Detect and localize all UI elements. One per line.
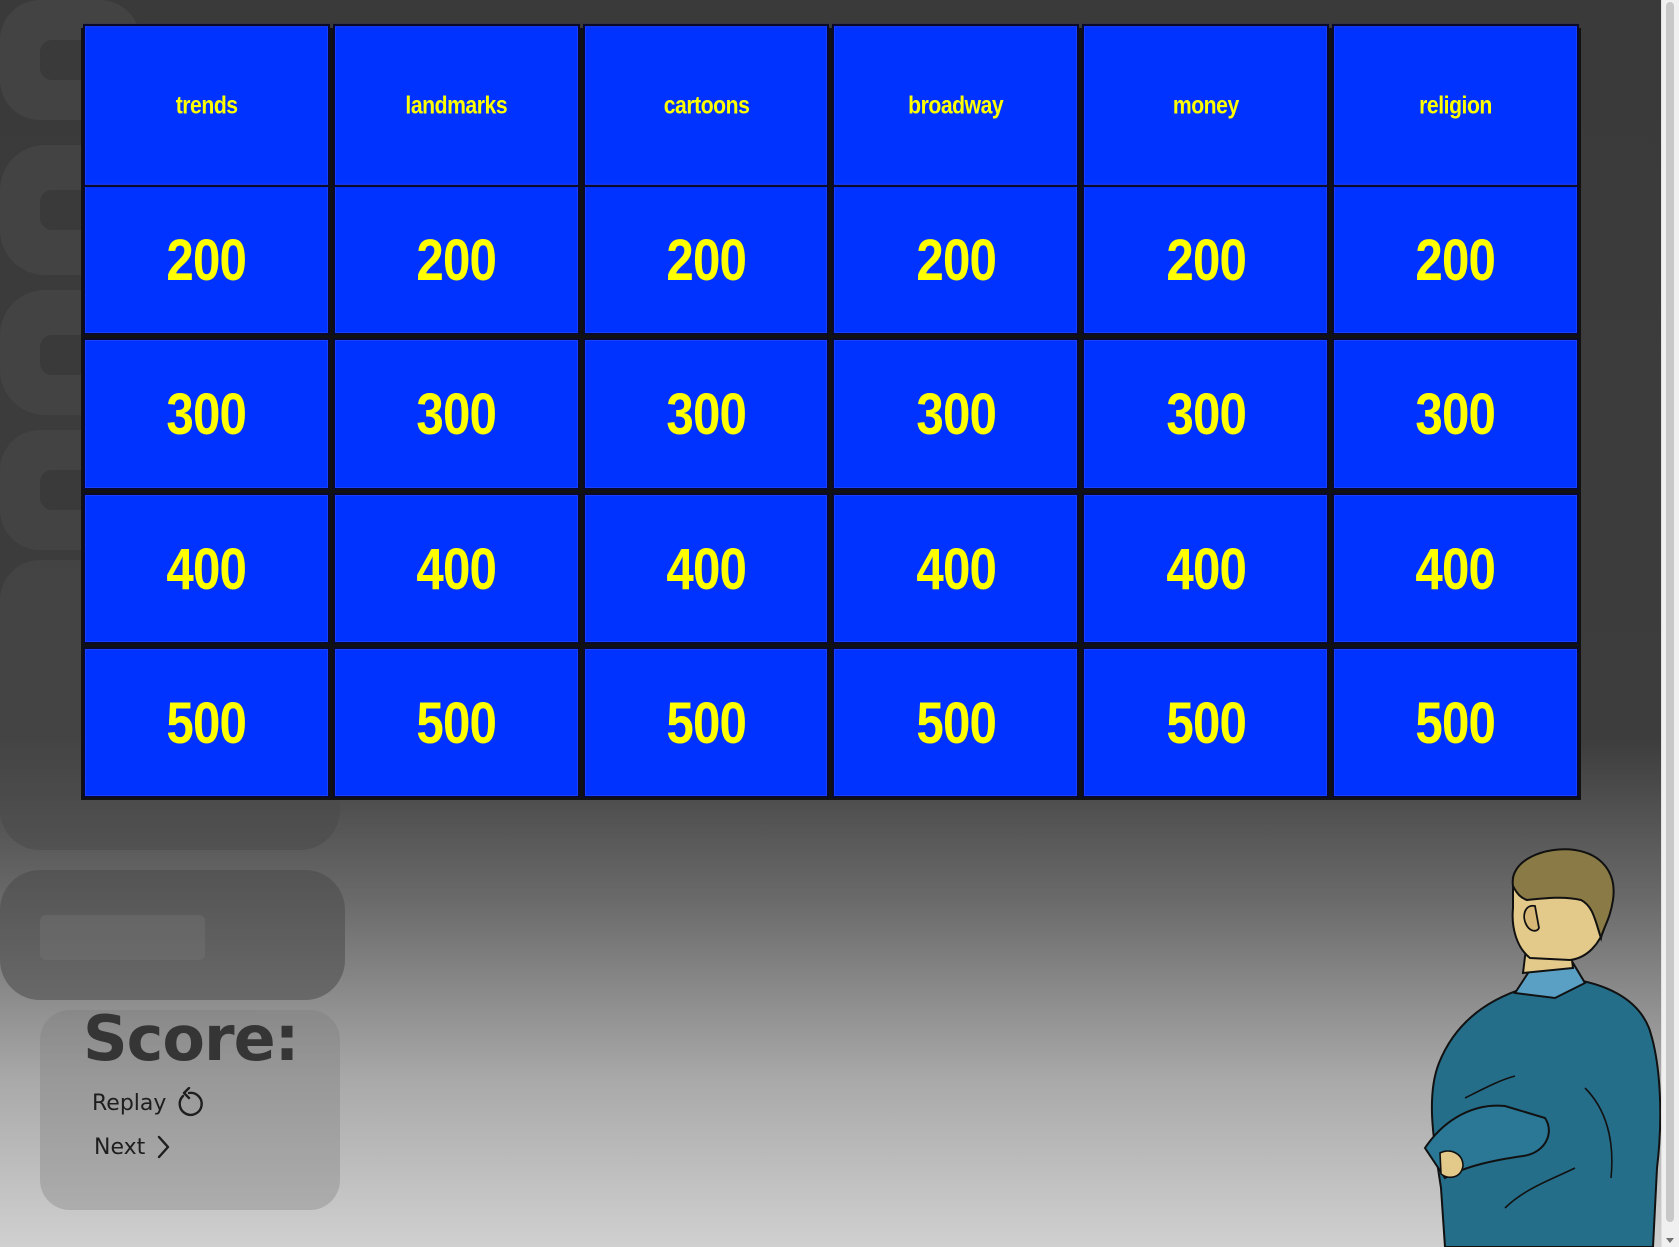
tile-value: 500 bbox=[1415, 689, 1496, 756]
category-label: broadway bbox=[908, 91, 1004, 120]
tile-value: 200 bbox=[416, 226, 497, 293]
question-tile[interactable]: 400 bbox=[1082, 492, 1330, 644]
question-tile[interactable]: 400 bbox=[83, 492, 330, 644]
question-tile[interactable]: 300 bbox=[832, 338, 1080, 490]
tile-value: 500 bbox=[916, 689, 996, 756]
replay-label: Replay bbox=[92, 1090, 167, 1116]
chevron-right-icon bbox=[153, 1133, 173, 1161]
question-tile[interactable]: 500 bbox=[83, 646, 330, 798]
question-tile[interactable]: 400 bbox=[332, 492, 580, 644]
category-header: cartoons bbox=[582, 23, 830, 188]
question-tile[interactable]: 500 bbox=[332, 646, 580, 798]
question-tile[interactable]: 200 bbox=[582, 184, 830, 336]
category-header: broadway bbox=[832, 23, 1080, 188]
question-tile[interactable]: 500 bbox=[1082, 646, 1330, 798]
category-label: trends bbox=[175, 91, 238, 120]
question-tile[interactable]: 500 bbox=[1332, 646, 1579, 798]
tile-value: 400 bbox=[166, 535, 247, 602]
question-tile[interactable]: 500 bbox=[832, 646, 1080, 798]
question-tile[interactable]: 300 bbox=[332, 338, 580, 490]
question-tile[interactable]: 200 bbox=[832, 184, 1080, 336]
tile-value: 500 bbox=[166, 689, 247, 756]
tile-value: 400 bbox=[916, 535, 996, 602]
question-tile[interactable]: 400 bbox=[832, 492, 1080, 644]
question-tile[interactable]: 200 bbox=[332, 184, 580, 336]
category-label: religion bbox=[1419, 91, 1492, 120]
question-tile[interactable]: 200 bbox=[1332, 184, 1579, 336]
scroll-down-arrow-icon[interactable] bbox=[1666, 1238, 1674, 1243]
tile-value: 200 bbox=[916, 226, 996, 293]
question-tile[interactable]: 400 bbox=[1332, 492, 1579, 644]
category-label: money bbox=[1172, 91, 1239, 120]
question-tile[interactable]: 300 bbox=[1332, 338, 1579, 490]
question-tile[interactable]: 300 bbox=[582, 338, 830, 490]
tile-value: 300 bbox=[416, 380, 497, 448]
question-tile[interactable]: 200 bbox=[1082, 184, 1330, 336]
tile-value: 400 bbox=[1415, 535, 1496, 602]
tile-value: 500 bbox=[1165, 689, 1246, 756]
tile-value: 400 bbox=[666, 535, 746, 602]
category-label: cartoons bbox=[663, 91, 749, 120]
scrollbar-thumb[interactable] bbox=[1666, 2, 1674, 1222]
tile-value: 300 bbox=[1165, 380, 1246, 448]
game-board: trends landmarks cartoons broadway money… bbox=[81, 23, 1581, 800]
category-header: money bbox=[1082, 23, 1330, 188]
tile-value: 200 bbox=[1165, 226, 1246, 293]
tile-value: 200 bbox=[666, 226, 746, 293]
category-header: trends bbox=[83, 23, 330, 188]
replay-icon bbox=[174, 1087, 204, 1119]
tile-value: 400 bbox=[416, 535, 497, 602]
host-character-illustration bbox=[1423, 848, 1662, 1247]
next-button[interactable]: Next bbox=[94, 1133, 173, 1161]
category-label: landmarks bbox=[405, 91, 508, 120]
tile-value: 200 bbox=[1415, 226, 1496, 293]
category-header: religion bbox=[1332, 23, 1579, 188]
tile-value: 300 bbox=[666, 380, 746, 448]
question-tile[interactable]: 200 bbox=[83, 184, 330, 336]
tile-value: 200 bbox=[166, 226, 247, 293]
score-label: Score: bbox=[83, 1002, 299, 1075]
tile-value: 500 bbox=[666, 689, 746, 756]
tile-value: 500 bbox=[416, 689, 497, 756]
question-tile[interactable]: 500 bbox=[582, 646, 830, 798]
question-tile[interactable]: 300 bbox=[83, 338, 330, 490]
replay-button[interactable]: Replay bbox=[92, 1087, 204, 1119]
category-header: landmarks bbox=[332, 23, 580, 188]
tile-value: 300 bbox=[916, 380, 996, 448]
question-tile[interactable]: 300 bbox=[1082, 338, 1330, 490]
vertical-scrollbar[interactable] bbox=[1661, 0, 1679, 1247]
question-tile[interactable]: 400 bbox=[582, 492, 830, 644]
next-label: Next bbox=[94, 1134, 146, 1160]
tile-value: 300 bbox=[166, 380, 247, 448]
tile-value: 400 bbox=[1165, 535, 1246, 602]
tile-value: 300 bbox=[1415, 380, 1496, 448]
